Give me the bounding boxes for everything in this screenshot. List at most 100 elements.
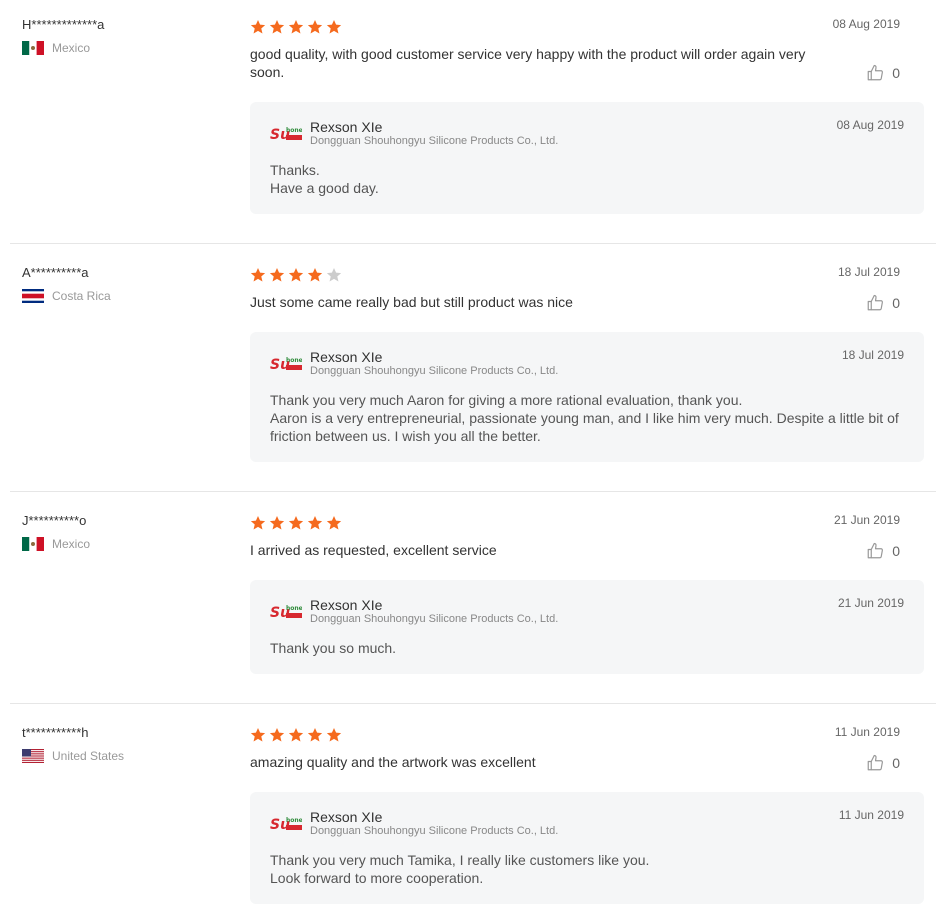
like-button[interactable]: 0 (866, 294, 900, 312)
review-text: amazing quality and the artwork was exce… (250, 754, 536, 770)
review-item: J**********o Mexico 21 Jun 2019 I arrive… (10, 496, 936, 704)
review-text: I arrived as requested, excellent servic… (250, 542, 497, 558)
star-icon (250, 728, 266, 742)
svg-text:hone: hone (286, 357, 302, 364)
reply-line: Thank you so much. (270, 640, 397, 656)
svg-text:hone: hone (286, 817, 302, 824)
star-icon (326, 20, 342, 34)
review-item: A**********a Costa Rica 18 Jul 2019 Just… (10, 248, 936, 492)
reply-text: Thank you very much Tamika, I really lik… (270, 851, 906, 887)
seller-reply: Su hone Rexson XIe Dongguan Shouhongyu S… (250, 580, 924, 674)
shouhongyu-logo: Su hone (270, 605, 302, 621)
buyer-name: A**********a (22, 265, 89, 280)
reply-date: 08 Aug 2019 (836, 118, 904, 132)
reply-date: 18 Jul 2019 (841, 348, 904, 362)
costa-rica-flag-icon (22, 289, 44, 303)
reply-company: Dongguan Shouhongyu Silicone Products Co… (310, 825, 559, 837)
united-states-flag-icon (22, 749, 44, 763)
rating-stars (250, 515, 342, 531)
star-icon (269, 728, 285, 742)
star-icon (307, 268, 323, 282)
reply-author: Rexson XIe (310, 349, 383, 365)
reply-line: Look forward to more cooperation. (270, 870, 484, 886)
seller-reply: Su hone Rexson XIe Dongguan Shouhongyu S… (250, 792, 924, 904)
reply-line: Thanks. (270, 162, 320, 178)
star-icon (269, 20, 285, 34)
like-count: 0 (892, 543, 900, 559)
country-label: Mexico (52, 537, 91, 551)
star-icon (326, 728, 342, 742)
star-icon (269, 268, 285, 282)
reply-company: Dongguan Shouhongyu Silicone Products Co… (310, 135, 559, 147)
reply-author: Rexson XIe (310, 119, 383, 135)
like-button[interactable]: 0 (866, 64, 900, 82)
seller-reply: Su hone Rexson XIe Dongguan Shouhongyu S… (250, 102, 924, 214)
review-date: 18 Jul 2019 (837, 265, 900, 279)
shouhongyu-logo: Su hone (270, 127, 302, 143)
like-button[interactable]: 0 (866, 754, 900, 772)
thumbs-up-icon (867, 754, 884, 771)
country-label: Costa Rica (52, 289, 111, 303)
divider (10, 491, 936, 492)
star-icon (307, 20, 323, 34)
buyer-country: Costa Rica (22, 289, 111, 303)
review-date: 11 Jun 2019 (834, 725, 900, 739)
review-text: good quality, with good customer service… (250, 46, 806, 80)
mexico-flag-icon (22, 537, 44, 551)
mexico-flag-icon (22, 41, 44, 55)
country-label: Mexico (52, 41, 91, 55)
reply-line: Have a good day. (270, 180, 379, 196)
star-icon (269, 516, 285, 530)
buyer-country: Mexico (22, 41, 90, 55)
review-text: Just some came really bad but still prod… (250, 294, 573, 310)
star-icon (250, 268, 266, 282)
reply-author: Rexson XIe (310, 597, 383, 613)
buyer-country: United States (22, 749, 124, 763)
thumbs-up-icon (867, 542, 884, 559)
reply-company: Dongguan Shouhongyu Silicone Products Co… (310, 365, 559, 377)
rating-stars (250, 267, 342, 283)
buyer-name: t***********h (22, 725, 89, 740)
review-date: 08 Aug 2019 (832, 17, 900, 31)
reply-date: 21 Jun 2019 (837, 596, 904, 610)
buyer-name: H*************a (22, 17, 105, 32)
star-icon (288, 268, 304, 282)
star-icon (307, 516, 323, 530)
reply-date: 11 Jun 2019 (838, 808, 904, 822)
svg-text:hone: hone (286, 127, 302, 134)
star-icon (250, 516, 266, 530)
reply-line: Aaron is a very entrepreneurial, passion… (270, 410, 899, 444)
star-icon (288, 516, 304, 530)
star-icon (307, 728, 323, 742)
star-icon (326, 516, 342, 530)
review-item: t***********h United States 11 Jun 2019 … (10, 708, 936, 904)
like-count: 0 (892, 755, 900, 771)
like-count: 0 (892, 65, 900, 81)
like-button[interactable]: 0 (866, 542, 900, 560)
reply-author: Rexson XIe (310, 809, 383, 825)
rating-stars (250, 727, 342, 743)
star-empty-icon (326, 268, 342, 282)
buyer-name: J**********o (22, 513, 87, 528)
divider (10, 703, 936, 704)
reply-line: Thank you very much Aaron for giving a m… (270, 392, 743, 408)
reply-text: Thanks. Have a good day. (270, 161, 906, 197)
star-icon (288, 20, 304, 34)
reply-company: Dongguan Shouhongyu Silicone Products Co… (310, 613, 559, 625)
buyer-country: Mexico (22, 537, 90, 551)
reply-line: Thank you very much Tamika, I really lik… (270, 852, 650, 868)
rating-stars (250, 19, 342, 35)
reply-text: Thank you so much. (270, 639, 906, 657)
thumbs-up-icon (867, 64, 884, 81)
star-icon (250, 20, 266, 34)
country-label: United States (52, 749, 125, 763)
shouhongyu-logo: Su hone (270, 357, 302, 373)
like-count: 0 (892, 295, 900, 311)
review-date: 21 Jun 2019 (833, 513, 900, 527)
svg-text:hone: hone (286, 605, 302, 612)
seller-reply: Su hone Rexson XIe Dongguan Shouhongyu S… (250, 332, 924, 462)
reply-text: Thank you very much Aaron for giving a m… (270, 391, 906, 445)
thumbs-up-icon (867, 294, 884, 311)
star-icon (288, 728, 304, 742)
divider (10, 243, 936, 244)
